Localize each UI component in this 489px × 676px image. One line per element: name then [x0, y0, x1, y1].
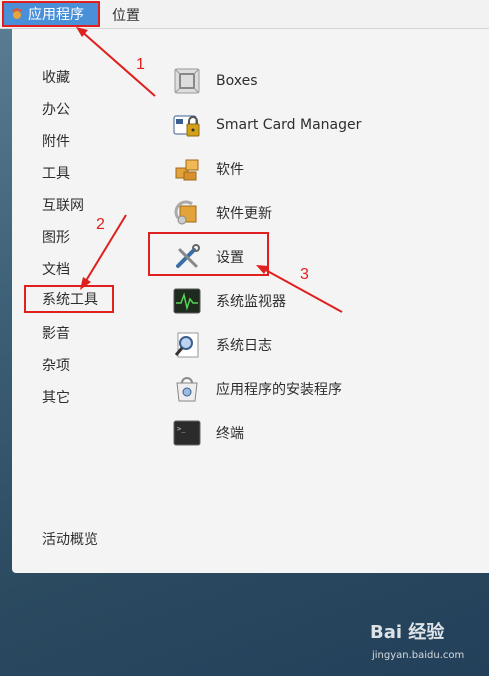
annotation-arrows — [76, 27, 343, 313]
annotation-step-3: 3 — [300, 266, 309, 283]
watermark-logo: Bai 经验 — [370, 622, 445, 643]
annotation-step-2: 2 — [96, 216, 105, 233]
annotation-step-1: 1 — [136, 56, 145, 73]
watermark-url: jingyan.baidu.com — [372, 650, 465, 661]
